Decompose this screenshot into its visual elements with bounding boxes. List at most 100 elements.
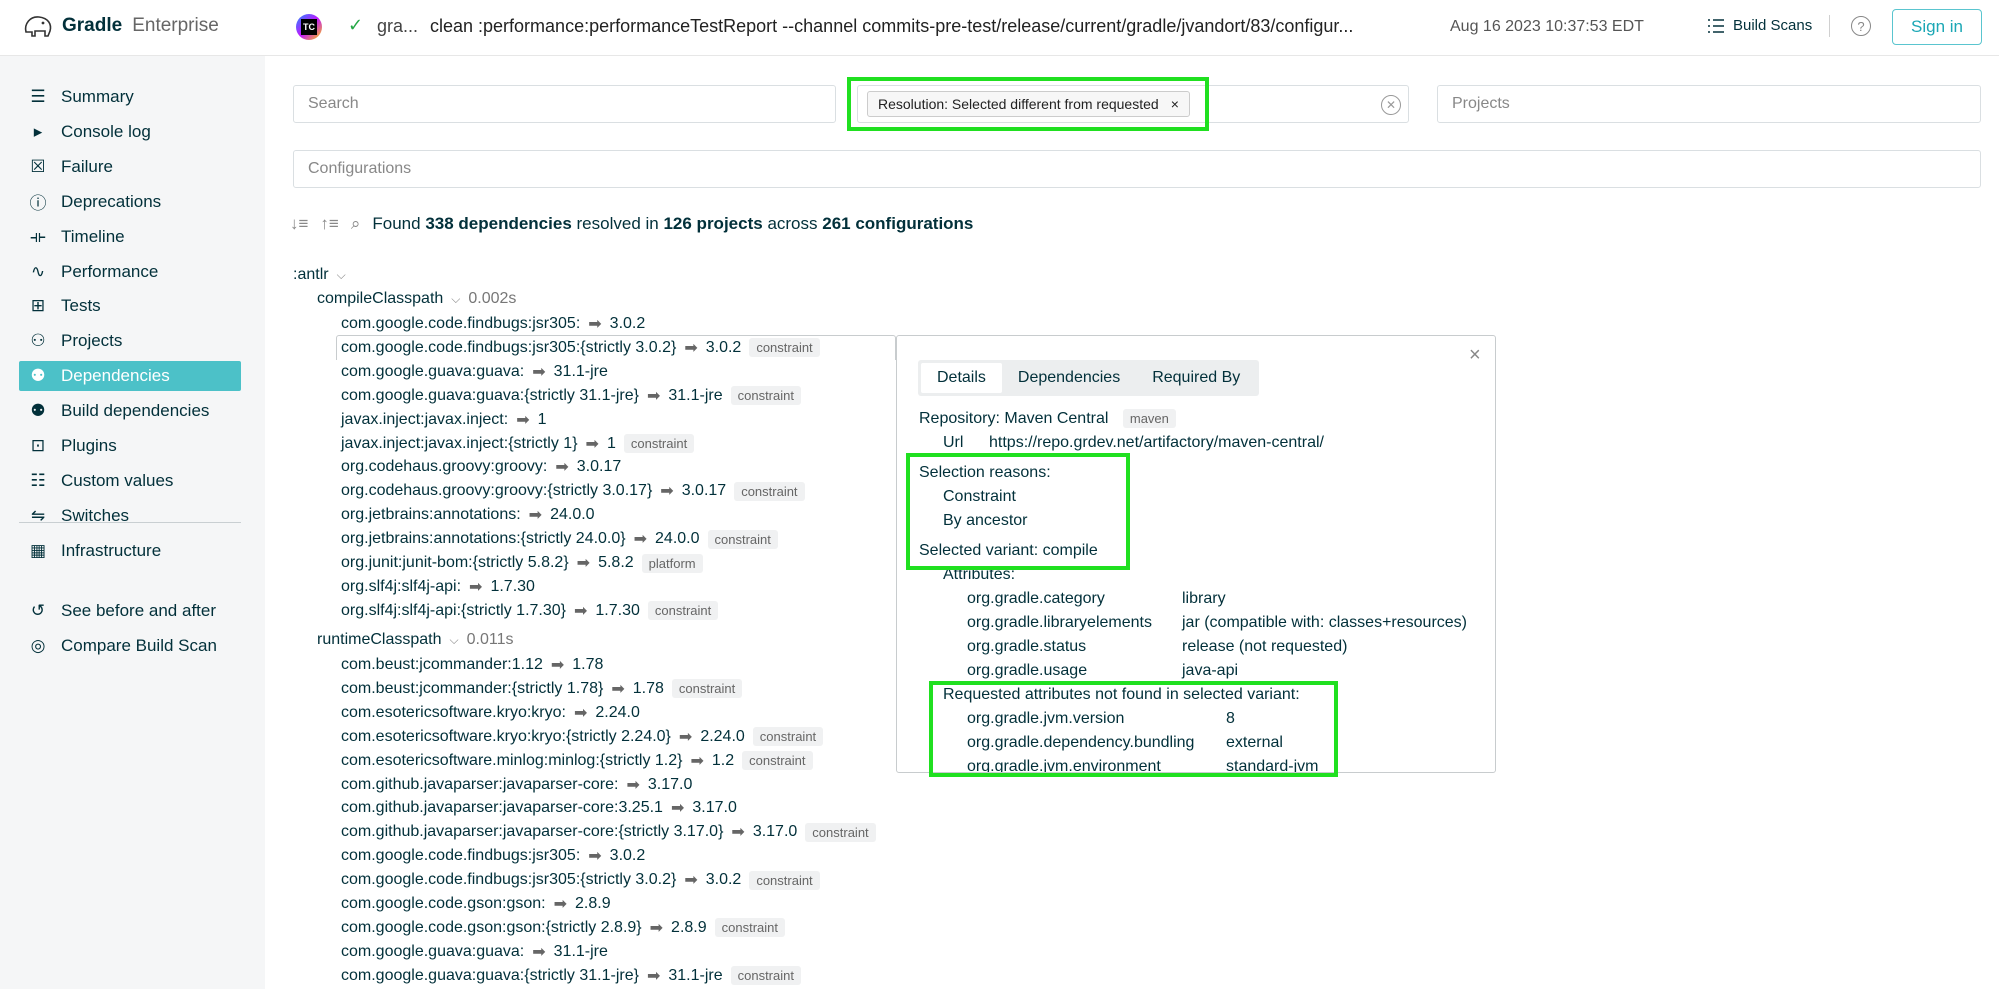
dependency-version: 1.2 [711, 751, 735, 769]
dependency-name: com.google.guava:guava:{strictly 31.1-jr… [341, 966, 639, 984]
project-node[interactable]: :antlr ⌵ [293, 266, 346, 284]
sidebar-item-tests[interactable]: ⊞ Tests [19, 291, 241, 321]
dependency-row[interactable]: com.google.guava:guava: ➡ 31.1-jre [341, 362, 608, 382]
sidebar-item-projects[interactable]: ⚇ Projects [19, 326, 241, 356]
sidebar-item-label: Plugins [61, 436, 117, 455]
scan-command[interactable]: clean :performance:performanceTestReport… [430, 16, 1353, 37]
sort-descending-icon[interactable]: ↓≡ [290, 214, 308, 234]
gradle-enterprise-logo[interactable]: Gradle Enterprise [22, 12, 219, 40]
url-value[interactable]: https://repo.grdev.net/artifactory/maven… [989, 434, 1324, 452]
dependency-row[interactable]: com.google.guava:guava:{strictly 31.1-jr… [341, 966, 801, 986]
dependency-row[interactable]: com.google.guava:guava:{strictly 31.1-jr… [341, 386, 801, 406]
sign-in-button[interactable]: Sign in [1892, 9, 1982, 45]
help-icon[interactable]: ? [1851, 16, 1871, 36]
performance-icon: ∿ [30, 261, 46, 281]
dependency-version: 1 [606, 434, 616, 452]
dependency-row[interactable]: com.google.guava:guava: ➡ 31.1-jre [341, 942, 608, 962]
tab-required-by[interactable]: Required By [1136, 363, 1256, 393]
dependency-badge: constraint [707, 529, 778, 549]
sidebar-item-dependencies[interactable]: ⚉ Dependencies [19, 361, 241, 392]
dependency-row[interactable]: javax.inject:javax.inject:{strictly 1} ➡ 1… [341, 434, 695, 454]
dependency-row[interactable]: org.slf4j:slf4j-api:{strictly 1.7.30} ➡ 1.… [341, 601, 719, 621]
sidebar-item-label: See before and after [61, 601, 217, 620]
scan-date: Aug 16 2023 10:37:53 EDT [1450, 18, 1644, 35]
sidebar-item-custom-values[interactable]: ☷ Custom values [19, 466, 241, 496]
dependency-row[interactable]: com.esotericsoftware.minlog:minlog:{stri… [341, 751, 813, 771]
sidebar-item-performance[interactable]: ∿ Performance [19, 257, 241, 287]
dependency-row[interactable]: com.github.javaparser:javaparser-core: ➡ 3… [341, 775, 692, 795]
arrow-right-icon: ➡ [532, 363, 546, 381]
dependency-row[interactable]: com.google.code.findbugs:jsr305: ➡ 3.0.2 [341, 846, 645, 866]
infrastructure-icon: ▦ [29, 540, 47, 560]
dependency-row[interactable]: org.codehaus.groovy:groovy: ➡ 3.0.17 [341, 457, 621, 477]
dependency-name: com.google.guava:guava: [341, 362, 525, 380]
sidebar-item-label: Compare Build Scan [61, 636, 217, 655]
dependency-row[interactable]: org.jetbrains:annotations:{strictly 24.0… [341, 529, 778, 549]
dependency-name: com.google.code.findbugs:jsr305: [341, 315, 581, 332]
dependency-badge: constraint [734, 481, 805, 501]
clear-filter-icon[interactable]: ✕ [1381, 95, 1401, 115]
dependency-row[interactable]: com.google.code.findbugs:jsr305:{strictl… [341, 870, 820, 890]
sidebar-item-deprecations[interactable]: ⓘ Deprecations [19, 187, 241, 217]
summary-dependencies: 338 dependencies [425, 214, 572, 233]
project-name: :antlr [293, 266, 329, 283]
dependency-badge: constraint [805, 822, 876, 842]
sidebar-item-see-before-and-after[interactable]: ↺ See before and after [19, 596, 241, 626]
dependency-row[interactable]: com.beust:jcommander:1.12 ➡ 1.78 [341, 655, 603, 675]
dependency-row[interactable]: com.esotericsoftware.kryo:kryo: ➡ 2.24.0 [341, 703, 640, 723]
tab-details[interactable]: Details [921, 363, 1002, 393]
search-input[interactable]: Search [293, 85, 836, 123]
sidebar-item-summary[interactable]: ☰ Summary [19, 82, 241, 112]
dependency-row[interactable]: com.google.code.gson:gson: ➡ 2.8.9 [341, 894, 611, 914]
arrow-right-icon: ➡ [678, 728, 693, 746]
sidebar-item-switches[interactable]: ⇋ Switches [19, 501, 241, 531]
dependency-row[interactable]: javax.inject:javax.inject: ➡ 1 [341, 410, 547, 430]
dependency-row[interactable]: com.google.code.findbugs:jsr305:{strictl… [341, 338, 820, 358]
dependency-row[interactable]: com.beust:jcommander:{strictly 1.78} ➡ 1.7… [341, 679, 743, 699]
search-placeholder: Search [308, 95, 359, 112]
projects-input[interactable]: Projects [1437, 85, 1981, 123]
chevron-down-icon: ⌵ [449, 632, 459, 647]
chevron-down-icon: ⌵ [336, 267, 346, 282]
timeline-icon: ⟛ [30, 226, 46, 246]
dependency-row[interactable]: com.github.javaparser:javaparser-core:{s… [341, 822, 876, 842]
search-icon[interactable]: ⌕ [351, 214, 361, 234]
dependency-row[interactable]: com.google.code.gson:gson:{strictly 2.8.… [341, 918, 786, 938]
close-icon[interactable]: × [1469, 344, 1481, 367]
chevron-down-icon: ⌵ [451, 291, 461, 306]
dependency-name: org.slf4j:slf4j-api: [341, 577, 462, 595]
sidebar-item-build-dependencies[interactable]: ⚉ Build dependencies [19, 396, 241, 426]
dependency-version: 2.24.0 [595, 703, 640, 721]
dependency-name: javax.inject:javax.inject: [341, 410, 509, 428]
list-icon [1708, 18, 1724, 33]
dependency-row[interactable]: com.github.javaparser:javaparser-core:3.… [341, 798, 737, 818]
tab-dependencies[interactable]: Dependencies [1002, 363, 1136, 393]
sidebar-item-label: Tests [61, 296, 101, 316]
configurations-input[interactable]: Configurations [293, 150, 1981, 188]
runtime-config-node[interactable]: runtimeClasspath ⌵ 0.011s [317, 631, 513, 649]
dependency-version: 31.1-jre [553, 942, 608, 960]
arrow-right-icon: ➡ [469, 578, 483, 596]
arrow-right-icon: ➡ [588, 848, 602, 866]
sidebar-item-failure[interactable]: ☒ Failure [19, 152, 241, 182]
dependency-row[interactable]: org.junit:junit-bom:{strictly 5.8.2} ➡ 5.8… [341, 553, 703, 573]
sort-ascending-icon[interactable]: ↑≡ [320, 214, 338, 234]
dependency-row[interactable]: org.jetbrains:annotations: ➡ 24.0.0 [341, 505, 595, 525]
sidebar-item-label: Timeline [61, 226, 125, 246]
dependency-row[interactable]: com.google.code.findbugs:jsr305: ➡ 3.0.2 [341, 314, 645, 334]
teamcity-icon[interactable]: TC [296, 14, 322, 40]
sidebar-item-plugins[interactable]: ⊡ Plugins [19, 431, 241, 461]
dependency-name: org.jetbrains:annotations:{strictly 24.0… [341, 530, 626, 548]
sidebar-item-infrastructure[interactable]: ▦ Infrastructure [19, 536, 241, 566]
build-scans-link[interactable]: Build Scans [1707, 17, 1812, 34]
sidebar-item-timeline[interactable]: ⟛ Timeline [19, 222, 241, 252]
sidebar-item-console-log[interactable]: ▸ Console log [19, 117, 241, 147]
dependency-row[interactable]: org.codehaus.groovy:groovy:{strictly 3.0… [341, 481, 805, 501]
sidebar-item-label: Build dependencies [61, 401, 210, 421]
dependency-row[interactable]: com.esotericsoftware.kryo:kryo:{strictly… [341, 727, 824, 747]
sidebar-item-compare-build-scan[interactable]: ◎ Compare Build Scan [19, 631, 241, 661]
dependency-row[interactable]: org.slf4j:slf4j-api: ➡ 1.7.30 [341, 577, 535, 597]
sidebar-item-label: Console log [61, 121, 151, 141]
dependency-version: 1.78 [572, 656, 604, 673]
compile-config-node[interactable]: compileClasspath ⌵ 0.002s [317, 290, 516, 308]
